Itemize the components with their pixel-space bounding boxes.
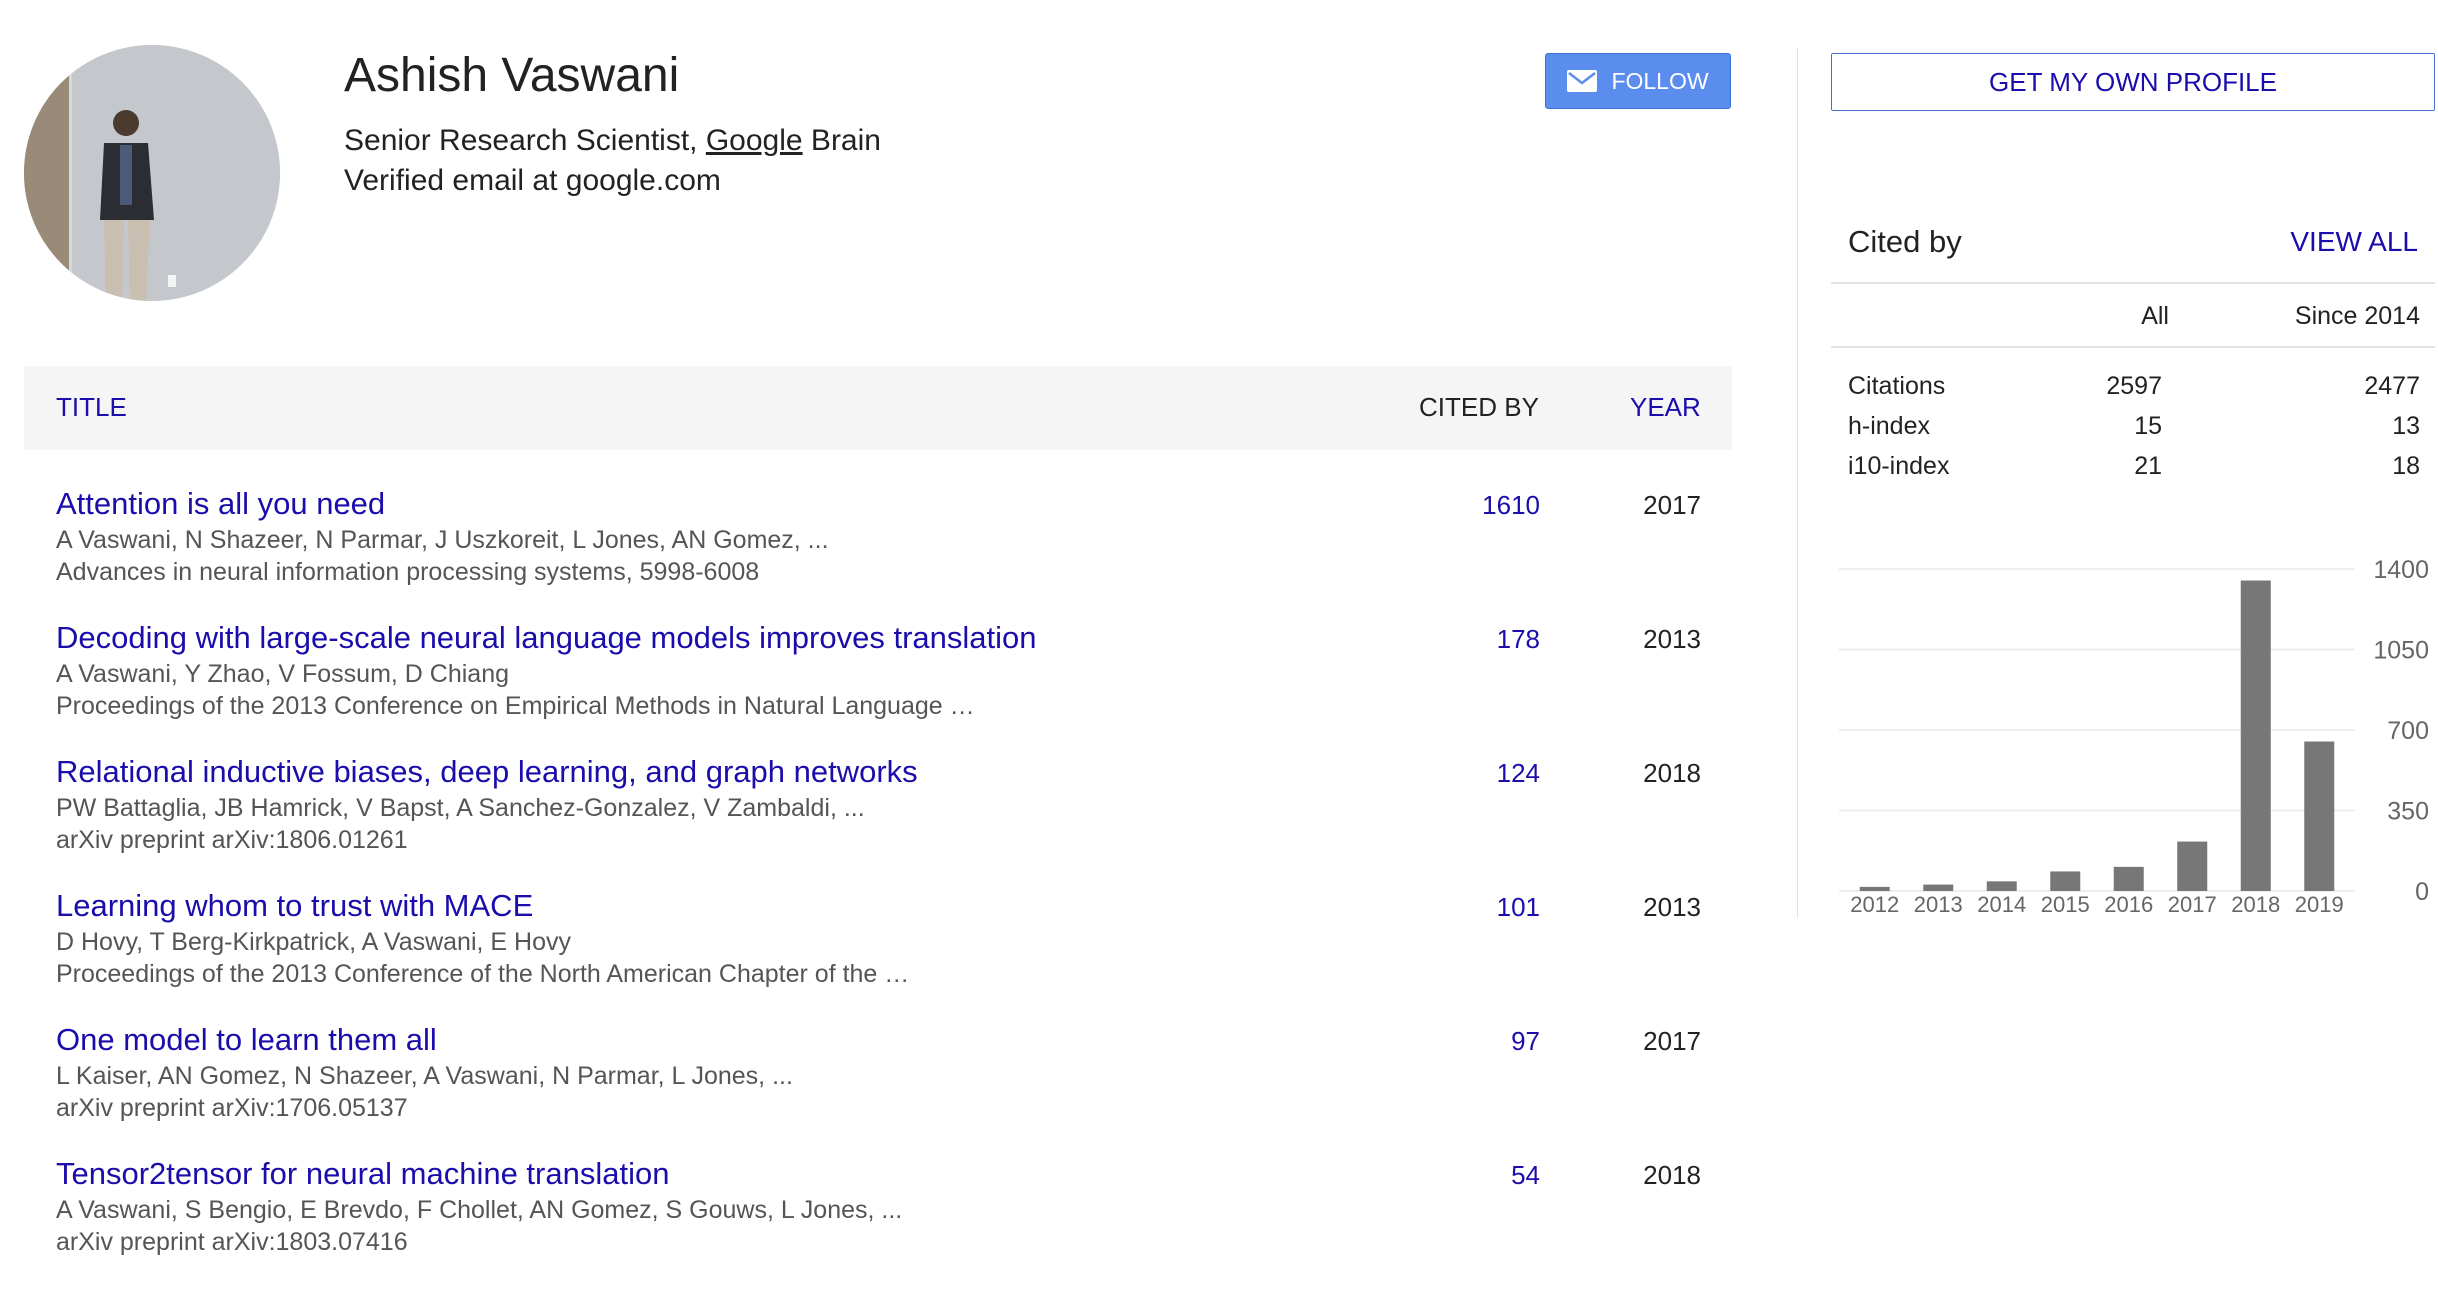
- table-row: Decoding with large-scale neural languag…: [0, 620, 1732, 754]
- y-tick-label: 350: [2387, 798, 2429, 826]
- bar-2017[interactable]: [2177, 841, 2208, 891]
- stat-label: h-index: [1848, 412, 1930, 440]
- table-row: Attention is all you need A Vaswani, N S…: [0, 486, 1732, 620]
- publication-year: 2013: [1643, 624, 1701, 654]
- stat-label: Citations: [1848, 372, 1946, 400]
- follow-label: FOLLOW: [1611, 67, 1709, 94]
- citations-per-year-chart: 1400 1050 700 350 0 2012 2013 2014 2015 2016 2017 2…: [1839, 556, 2429, 917]
- cited-by-count-link[interactable]: 124: [1497, 758, 1540, 789]
- profile-name: Ashish Vaswani: [344, 49, 680, 102]
- publication-venue: Proceedings of the 2013 Conference of th…: [56, 960, 910, 988]
- cited-by-column-header: CITED BY: [1419, 392, 1539, 422]
- year-column-header[interactable]: YEAR: [1630, 392, 1701, 423]
- publication-title-link[interactable]: Decoding with large-scale neural languag…: [56, 620, 1036, 656]
- get-my-own-profile-button[interactable]: GET MY OWN PROFILE: [1831, 53, 2435, 111]
- cited-by-count-link[interactable]: 97: [1511, 1026, 1540, 1057]
- column-header-all: All: [2141, 302, 2169, 330]
- publication-authors: A Vaswani, S Bengio, E Brevdo, F Chollet…: [56, 1196, 903, 1224]
- cited-by-count-link[interactable]: 101: [1497, 892, 1540, 923]
- stat-since-value: 2477: [2364, 372, 2420, 400]
- title-column-header[interactable]: TITLE: [56, 392, 127, 423]
- stat-since-value: 13: [2392, 412, 2420, 440]
- bar-2015[interactable]: [2050, 871, 2081, 891]
- bar-2014[interactable]: [1986, 881, 2017, 891]
- citations-stat-row: Citations 2597 2477: [1848, 372, 2420, 412]
- publication-venue: Proceedings of the 2013 Conference on Em…: [56, 692, 975, 720]
- stat-label: i10-index: [1848, 452, 1950, 480]
- h-index-stat-row: h-index 15 13: [1848, 412, 2420, 452]
- profile-photo: [24, 45, 280, 301]
- bar-2016[interactable]: [2113, 866, 2144, 891]
- publication-venue: arXiv preprint arXiv:1803.07416: [56, 1228, 408, 1256]
- y-tick-label: 0: [2415, 878, 2429, 906]
- stat-all-value: 2597: [2106, 372, 2162, 400]
- table-row: One model to learn them all L Kaiser, AN…: [0, 1022, 1732, 1156]
- publication-year: 2018: [1643, 758, 1701, 788]
- stat-all-value: 21: [2134, 452, 2162, 480]
- publication-authors: L Kaiser, AN Gomez, N Shazeer, A Vaswani…: [56, 1062, 793, 1090]
- y-tick-label: 700: [2387, 717, 2429, 745]
- cited-by-count-link[interactable]: 1610: [1482, 490, 1540, 521]
- envelope-icon: [1567, 70, 1598, 92]
- panel-divider: [1797, 48, 1798, 918]
- profile-email: Verified email at google.com: [344, 164, 721, 197]
- x-tick-label: 2018: [2231, 892, 2280, 917]
- affiliation-prefix: Senior Research Scientist,: [344, 124, 706, 157]
- publication-year: 2018: [1643, 1160, 1701, 1190]
- affiliation-org-link[interactable]: Google: [706, 124, 803, 157]
- publication-title-link[interactable]: Relational inductive biases, deep learni…: [56, 754, 918, 790]
- view-all-link[interactable]: VIEW ALL: [2290, 226, 2418, 258]
- x-tick-label: 2016: [2104, 892, 2153, 917]
- table-header: TITLE CITED BY YEAR: [24, 366, 1732, 450]
- cited-by-heading: Cited by: [1848, 224, 1962, 259]
- publication-year: 2013: [1643, 892, 1701, 922]
- x-tick-label: 2014: [1977, 892, 2026, 917]
- table-row: Tensor2tensor for neural machine transla…: [0, 1156, 1732, 1290]
- publication-venue: arXiv preprint arXiv:1706.05137: [56, 1094, 408, 1122]
- publication-authors: D Hovy, T Berg-Kirkpatrick, A Vaswani, E…: [56, 928, 571, 956]
- publication-authors: PW Battaglia, JB Hamrick, V Bapst, A San…: [56, 794, 865, 822]
- cited-by-count-link[interactable]: 178: [1497, 624, 1540, 655]
- stat-since-value: 18: [2392, 452, 2420, 480]
- follow-button[interactable]: FOLLOW: [1545, 53, 1731, 109]
- divider: [1831, 282, 2435, 284]
- publication-authors: A Vaswani, N Shazeer, N Parmar, J Uszkor…: [56, 526, 829, 554]
- x-tick-label: 2013: [1914, 892, 1963, 917]
- publication-title-link[interactable]: Learning whom to trust with MACE: [56, 888, 533, 924]
- publication-venue: Advances in neural information processin…: [56, 558, 760, 586]
- i10-index-stat-row: i10-index 21 18: [1848, 452, 2420, 492]
- stat-all-value: 15: [2134, 412, 2162, 440]
- bar-2018[interactable]: [2240, 580, 2271, 892]
- profile-affiliation: Senior Research Scientist, Google Brain: [344, 124, 881, 158]
- publication-venue: arXiv preprint arXiv:1806.01261: [56, 826, 408, 854]
- x-tick-label: 2012: [1850, 892, 1899, 917]
- y-tick-label: 1050: [2373, 637, 2429, 665]
- table-row: Relational inductive biases, deep learni…: [0, 754, 1732, 888]
- x-tick-label: 2015: [2041, 892, 2090, 917]
- publication-year: 2017: [1643, 1026, 1701, 1056]
- publication-authors: A Vaswani, Y Zhao, V Fossum, D Chiang: [56, 660, 510, 688]
- cited-by-count-link[interactable]: 54: [1511, 1160, 1540, 1191]
- divider: [1831, 346, 2435, 348]
- publication-title-link[interactable]: One model to learn them all: [56, 1022, 437, 1058]
- bar-2012[interactable]: [1859, 886, 1890, 891]
- bar-2013[interactable]: [1923, 884, 1954, 891]
- y-tick-label: 1400: [2373, 556, 2429, 584]
- x-tick-label: 2019: [2295, 892, 2344, 917]
- column-header-since: Since 2014: [2294, 302, 2420, 330]
- bar-2019[interactable]: [2304, 741, 2335, 892]
- publication-title-link[interactable]: Tensor2tensor for neural machine transla…: [56, 1156, 669, 1192]
- table-row: Learning whom to trust with MACE D Hovy,…: [0, 888, 1732, 1022]
- publication-title-link[interactable]: Attention is all you need: [56, 486, 385, 522]
- publication-year: 2017: [1643, 490, 1701, 520]
- x-tick-label: 2017: [2168, 892, 2217, 917]
- affiliation-suffix: Brain: [802, 124, 881, 157]
